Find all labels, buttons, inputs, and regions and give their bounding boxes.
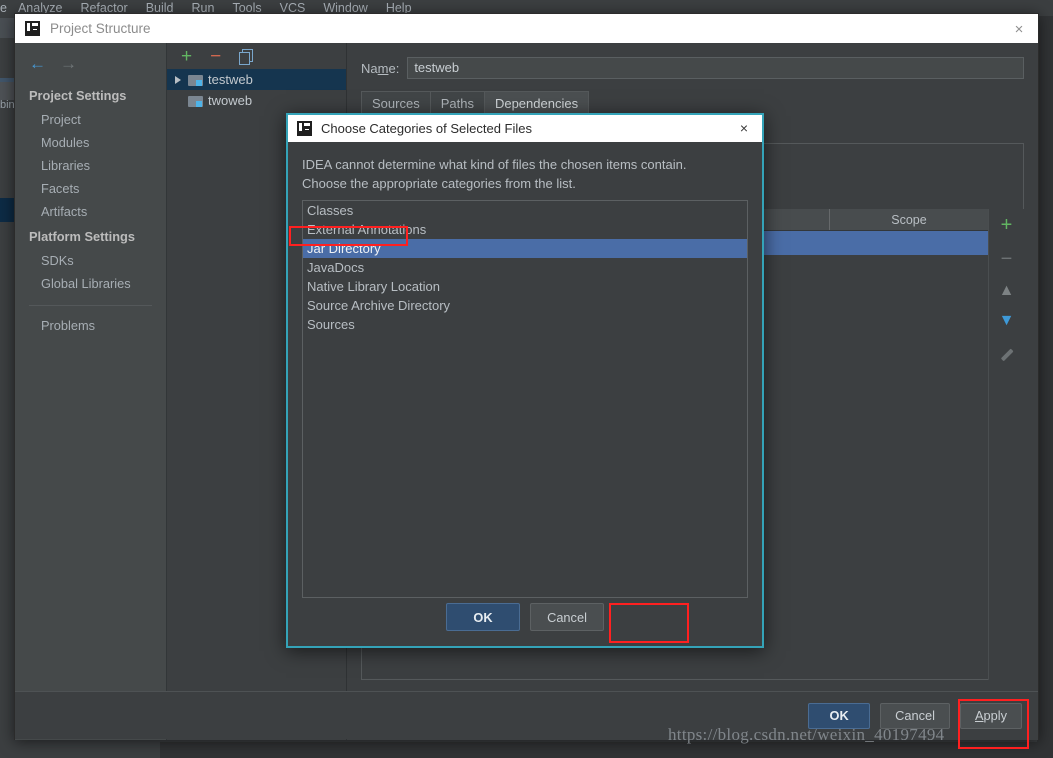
dependencies-side-toolbar: + − ▲ ▼ (988, 209, 1024, 680)
module-folder-icon (188, 95, 203, 107)
category-option-native-library-location[interactable]: Native Library Location (303, 277, 747, 296)
module-list-item-label: twoweb (208, 93, 253, 108)
move-down-icon[interactable]: ▼ (999, 313, 1015, 329)
category-option-source-archive-directory[interactable]: Source Archive Directory (303, 296, 747, 315)
sidebar-section-project-settings: Project Settings (29, 88, 127, 103)
module-list-item[interactable]: testweb (167, 69, 346, 90)
sidebar-item-artifacts[interactable]: Artifacts (15, 200, 166, 223)
sidebar-nav-arrows: ← → (15, 43, 166, 82)
watermark-text: https://blog.csdn.net/weixin_40197494 (668, 725, 945, 744)
column-header-scope: Scope (891, 212, 927, 227)
choose-categories-dialog: Choose Categories of Selected Files × ID… (286, 113, 764, 648)
module-tabs: Sources Paths Dependencies (347, 79, 1038, 116)
module-list-item-label: testweb (208, 72, 253, 87)
module-list-item[interactable]: twoweb (167, 90, 346, 111)
forward-arrow-icon[interactable]: → (60, 55, 77, 72)
sidebar-divider (29, 305, 152, 306)
ide-right-edge (1037, 16, 1053, 742)
remove-module-icon[interactable]: − (210, 47, 221, 66)
name-label-mnemonic: m (377, 60, 389, 76)
sidebar-section-platform-settings: Platform Settings (29, 229, 135, 244)
category-option-classes[interactable]: Classes (303, 201, 747, 220)
dialog-title: Choose Categories of Selected Files (321, 121, 533, 136)
sidebar-item-libraries[interactable]: Libraries (15, 154, 166, 177)
category-option-sources[interactable]: Sources (303, 315, 747, 334)
apply-label-mnemonic: A (974, 708, 984, 723)
dialog-message-line-2: Choose the appropriate categories from t… (302, 175, 576, 191)
dialog-body: IDEA cannot determine what kind of files… (288, 142, 762, 598)
copy-module-icon[interactable] (239, 48, 254, 65)
project-structure-title-bar: Project Structure × (15, 14, 1038, 43)
module-name-row: Name: testweb (347, 43, 1038, 79)
module-name-input[interactable]: testweb (407, 57, 1024, 79)
remove-dependency-icon[interactable]: − (1001, 249, 1013, 269)
sidebar-item-modules[interactable]: Modules (15, 131, 166, 154)
category-option-jar-directory[interactable]: Jar Directory (303, 239, 747, 258)
move-up-icon[interactable]: ▲ (999, 283, 1015, 299)
add-dependency-icon[interactable]: + (1001, 215, 1013, 235)
intellij-logo-icon (297, 121, 312, 136)
modules-toolbar: + − (167, 43, 346, 69)
edit-pencil-icon[interactable] (999, 343, 1014, 358)
sidebar-item-facets[interactable]: Facets (15, 177, 166, 200)
menu-item-clipped: e (0, 1, 7, 15)
dialog-message-line-1: IDEA cannot determine what kind of files… (302, 157, 687, 172)
module-folder-icon (188, 74, 203, 86)
sidebar-item-problems[interactable]: Problems (15, 314, 166, 337)
page-title: Project Structure (50, 21, 151, 36)
sidebar-item-project[interactable]: Project (15, 108, 166, 131)
add-module-icon[interactable]: + (181, 47, 192, 66)
dialog-title-bar: Choose Categories of Selected Files × (288, 115, 762, 142)
sidebar-item-global-libraries[interactable]: Global Libraries (15, 272, 166, 295)
module-name-label: Name: (361, 60, 400, 76)
category-option-external-annotations[interactable]: External Annotations (303, 220, 747, 239)
category-list[interactable]: Classes External Annotations Jar Directory… (302, 200, 748, 598)
dialog-cancel-button[interactable]: Cancel (530, 603, 604, 631)
intellij-logo-icon (25, 21, 40, 36)
settings-sidebar: ← → Project Settings Project Modules Libra… (15, 43, 167, 740)
back-arrow-icon[interactable]: ← (29, 55, 46, 72)
dialog-ok-button[interactable]: OK (446, 603, 520, 631)
expand-triangle-icon[interactable] (175, 75, 181, 84)
close-icon[interactable]: × (735, 119, 753, 137)
category-option-javadocs[interactable]: JavaDocs (303, 258, 747, 277)
sidebar-item-sdks[interactable]: SDKs (15, 249, 166, 272)
dialog-footer: OK Cancel (288, 588, 762, 646)
close-icon[interactable]: × (1008, 18, 1030, 40)
